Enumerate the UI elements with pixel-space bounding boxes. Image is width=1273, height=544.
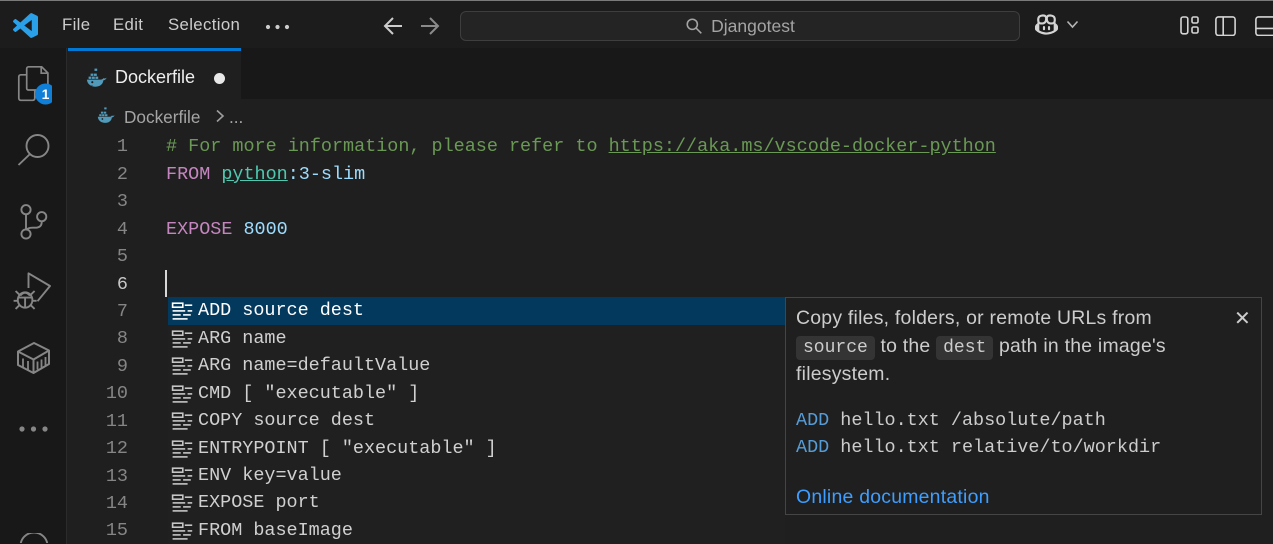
svg-text:1: 1 [42, 86, 50, 102]
